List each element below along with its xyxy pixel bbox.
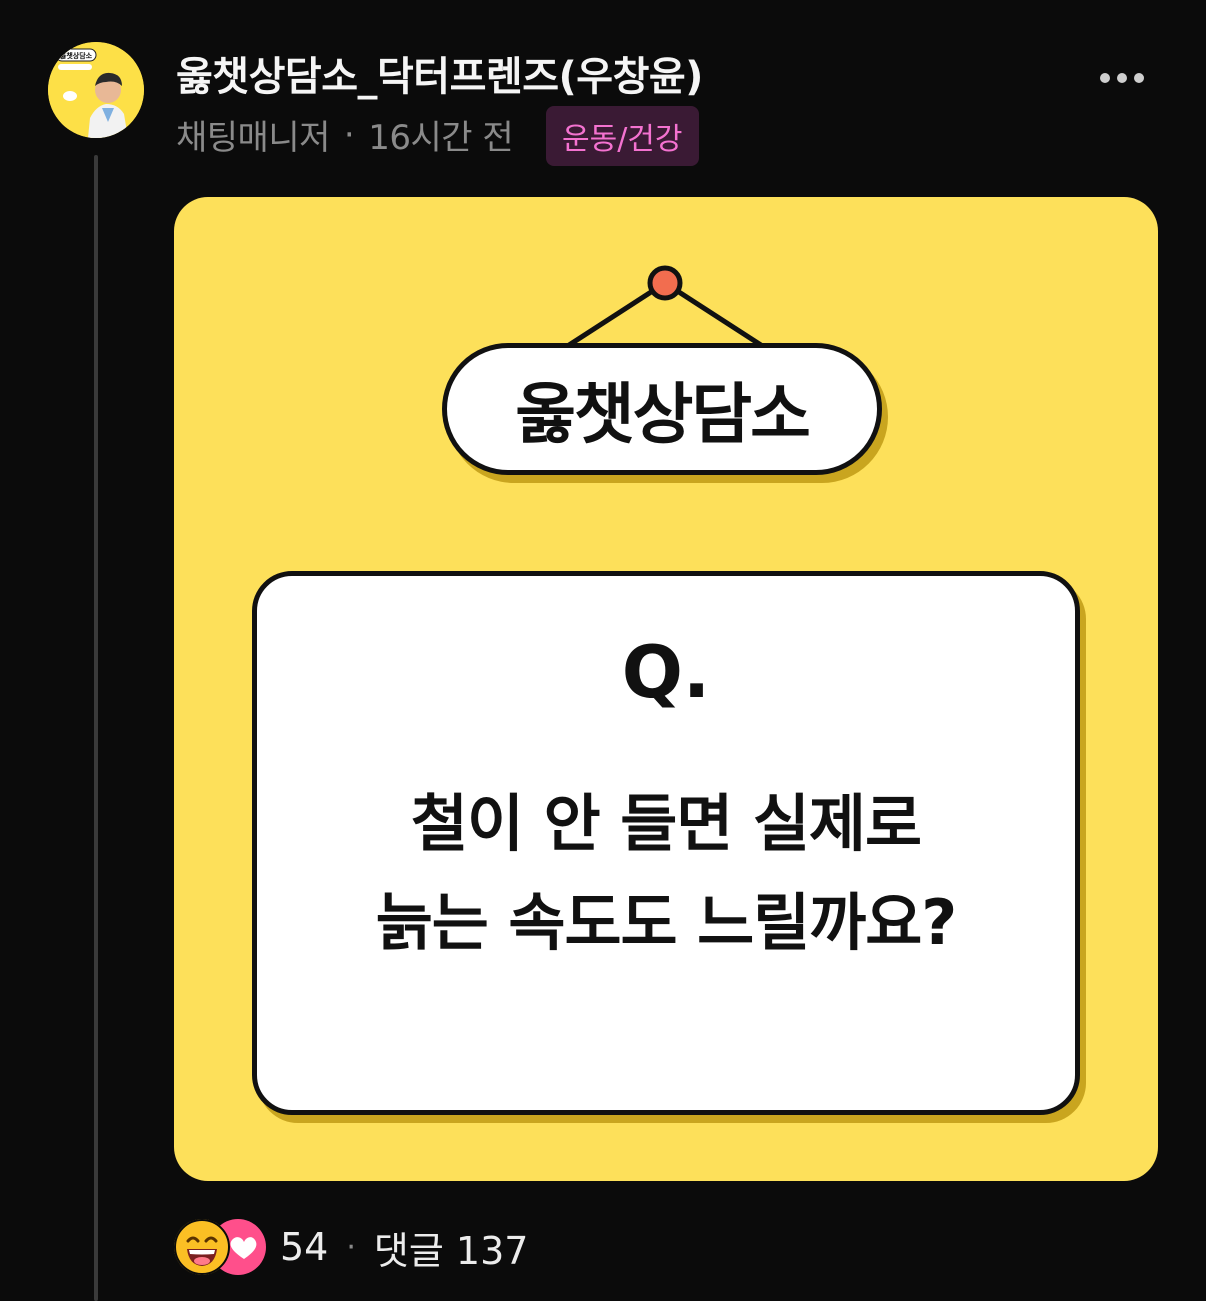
comments-link[interactable]: 댓글 137: [374, 1220, 529, 1275]
post-time: 16시간 전: [368, 118, 514, 158]
author-avatar[interactable]: 옳챗상담소: [48, 42, 144, 138]
author-name[interactable]: 옳챗상담소_닥터프렌즈(우창윤): [176, 44, 703, 102]
question-label: Q.: [621, 630, 711, 714]
reaction-emojis[interactable]: [174, 1219, 274, 1275]
pin-icon: [647, 265, 683, 301]
question-line-2: 늙는 속도도 느릴까요?: [375, 886, 958, 960]
more-icon[interactable]: [1092, 60, 1152, 96]
category-tag[interactable]: 운동/건강: [546, 106, 699, 166]
avatar-image: 옳챗상담소: [48, 42, 144, 138]
post-image[interactable]: 옳챗상담소 Q. 철이 안 들면 실제로 늙는 속도도 느릴까요?: [174, 197, 1158, 1181]
laughing-face-icon: [174, 1219, 230, 1275]
sign-board: 옳챗상담소: [442, 343, 882, 475]
post-meta: 채팅매니저 · 16시간 전: [176, 110, 514, 159]
author-role: 채팅매니저: [176, 118, 330, 158]
avatar-badge-text: 옳챗상담소: [60, 51, 93, 60]
reaction-count[interactable]: 54: [280, 1225, 328, 1269]
question-line-1: 철이 안 들면 실제로: [410, 787, 922, 860]
question-text: 철이 안 들면 실제로 늙는 속도도 느릴까요?: [257, 774, 1075, 972]
footer-separator: ·: [346, 1229, 356, 1265]
thread-line: [94, 155, 98, 1301]
reaction-bar: 54 · 댓글 137: [174, 1218, 528, 1276]
question-box: Q. 철이 안 들면 실제로 늙는 속도도 느릴까요?: [252, 571, 1080, 1115]
meta-separator: ·: [343, 114, 355, 155]
